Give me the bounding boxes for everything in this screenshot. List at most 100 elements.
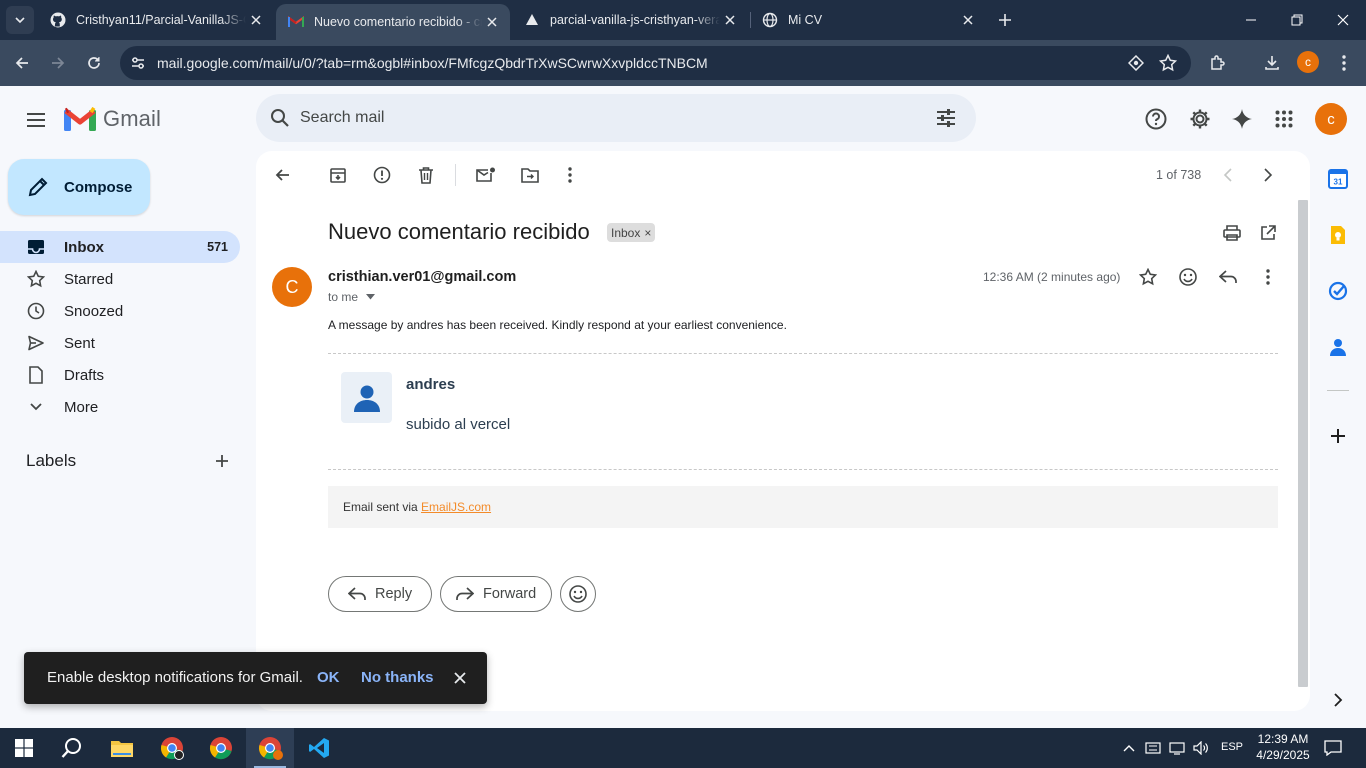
tasks-icon[interactable] xyxy=(1326,279,1350,303)
delete-button[interactable] xyxy=(414,163,438,187)
nav-item-drafts[interactable]: Drafts xyxy=(0,359,240,391)
search-bar[interactable]: Search mail xyxy=(256,94,976,142)
more-actions-button[interactable] xyxy=(558,163,582,187)
keep-icon[interactable] xyxy=(1326,223,1350,247)
search-input[interactable]: Search mail xyxy=(300,109,384,127)
move-to-button[interactable] xyxy=(518,163,542,187)
account-avatar[interactable]: c xyxy=(1315,103,1347,135)
restore-icon xyxy=(1291,14,1303,26)
browser-tab-vercel[interactable]: parcial-vanilla-js-cristhyan-vera xyxy=(512,0,748,40)
close-tab-icon[interactable] xyxy=(720,10,740,30)
action-center-icon[interactable] xyxy=(1322,738,1344,758)
vscode-taskbar[interactable] xyxy=(295,728,343,768)
site-info-icon[interactable] xyxy=(126,51,150,75)
system-clock[interactable]: 12:39 AM 4/29/2025 xyxy=(1253,731,1313,763)
chrome-taskbar-1[interactable] xyxy=(148,728,196,768)
reload-button[interactable] xyxy=(80,49,108,77)
search-icon[interactable] xyxy=(266,104,294,132)
older-button[interactable] xyxy=(1256,163,1280,187)
bookmark-star-icon[interactable] xyxy=(1158,53,1178,73)
gmail-logo[interactable]: Gmail xyxy=(64,106,161,132)
archive-button[interactable] xyxy=(326,163,350,187)
contacts-icon[interactable] xyxy=(1326,335,1350,359)
labels-heading: Labels xyxy=(26,451,77,470)
search-options-icon[interactable] xyxy=(932,104,960,132)
svg-text:31: 31 xyxy=(1334,178,1343,187)
nav-item-starred[interactable]: Starred xyxy=(0,263,240,295)
emailjs-link[interactable]: EmailJS.com xyxy=(421,500,491,514)
taskbar-search-button[interactable] xyxy=(48,728,96,768)
volume-icon[interactable] xyxy=(1190,738,1212,758)
open-new-window-button[interactable] xyxy=(1256,221,1280,245)
tray-overflow-icon[interactable] xyxy=(1118,738,1140,758)
reply-icon-button[interactable] xyxy=(1216,265,1240,289)
star-message-button[interactable] xyxy=(1136,265,1160,289)
nav-item-inbox[interactable]: Inbox 571 xyxy=(0,231,240,263)
report-spam-button[interactable] xyxy=(370,163,394,187)
back-to-inbox-button[interactable] xyxy=(270,163,294,187)
emoji-reaction-button[interactable] xyxy=(560,576,596,612)
close-tab-icon[interactable] xyxy=(958,10,978,30)
close-tab-icon[interactable] xyxy=(246,10,266,30)
print-all-button[interactable] xyxy=(1220,221,1244,245)
message-more-button[interactable] xyxy=(1256,265,1280,289)
calendar-icon[interactable]: 31 xyxy=(1326,167,1350,191)
browser-tab-cv[interactable]: Mi CV xyxy=(750,0,986,40)
browser-profile-avatar[interactable]: c xyxy=(1297,51,1319,73)
back-button[interactable] xyxy=(8,49,36,77)
support-button[interactable] xyxy=(1140,103,1172,135)
file-explorer-taskbar[interactable] xyxy=(98,728,146,768)
network-icon[interactable] xyxy=(1166,738,1188,758)
browser-tab-github[interactable]: Cristhyan11/Parcial-VanillaJS-Cristhyan-… xyxy=(38,0,274,40)
create-label-button[interactable] xyxy=(210,449,234,473)
browser-menu-button[interactable] xyxy=(1330,49,1358,77)
lens-icon[interactable] xyxy=(1126,53,1146,73)
chrome-taskbar-active[interactable] xyxy=(246,728,294,768)
close-icon[interactable] xyxy=(450,668,470,688)
close-tab-icon[interactable] xyxy=(482,12,502,32)
comment-message: subido al vercel xyxy=(406,416,511,433)
extensions-button[interactable] xyxy=(1204,49,1232,77)
dismiss-notifications-button[interactable]: No thanks xyxy=(361,669,434,686)
arrow-left-icon xyxy=(275,169,289,181)
mark-unread-button[interactable] xyxy=(474,163,498,187)
close-window-button[interactable] xyxy=(1320,0,1366,40)
reply-label: Reply xyxy=(375,586,413,602)
forward-button[interactable]: Forward xyxy=(440,576,552,612)
more-vert-icon xyxy=(1266,269,1270,285)
ime-icon[interactable] xyxy=(1142,738,1164,758)
chrome-taskbar-2[interactable] xyxy=(197,728,245,768)
downloads-button[interactable] xyxy=(1258,49,1286,77)
restore-button[interactable] xyxy=(1274,0,1320,40)
gmail-wordmark: Gmail xyxy=(103,106,161,131)
enable-notifications-button[interactable]: OK xyxy=(317,669,340,686)
tab-search-button[interactable] xyxy=(6,6,34,34)
reply-button[interactable]: Reply xyxy=(328,576,432,612)
forward-button[interactable] xyxy=(44,49,72,77)
get-addons-button[interactable] xyxy=(1326,424,1350,448)
settings-button[interactable] xyxy=(1184,103,1216,135)
sender-avatar[interactable]: C xyxy=(272,267,312,307)
gemini-button[interactable] xyxy=(1226,103,1258,135)
compose-button[interactable]: Compose xyxy=(8,159,150,215)
nav-item-more[interactable]: More xyxy=(0,391,240,423)
browser-tab-gmail[interactable]: Nuevo comentario recibido - cristhian.ve… xyxy=(276,4,510,40)
google-apps-button[interactable] xyxy=(1268,103,1300,135)
scrollbar[interactable] xyxy=(1298,200,1308,687)
language-indicator[interactable]: ESP xyxy=(1221,741,1243,753)
new-tab-button[interactable] xyxy=(992,7,1018,33)
nav-item-sent[interactable]: Sent xyxy=(0,327,240,359)
show-side-panel-button[interactable] xyxy=(1326,688,1350,712)
minimize-button[interactable] xyxy=(1228,0,1274,40)
address-bar[interactable]: mail.google.com/mail/u/0/?tab=rm&ogbl#in… xyxy=(120,46,1191,80)
start-button[interactable] xyxy=(0,728,48,768)
main-menu-button[interactable] xyxy=(16,100,56,140)
caret-down-icon[interactable] xyxy=(366,294,376,300)
recipient-line[interactable]: to me xyxy=(328,290,376,304)
sender-email[interactable]: cristhian.ver01@gmail.com xyxy=(328,269,516,285)
globe-icon xyxy=(762,12,778,28)
remove-label-icon[interactable]: × xyxy=(644,226,651,240)
newer-button[interactable] xyxy=(1216,163,1240,187)
add-reaction-button[interactable] xyxy=(1176,265,1200,289)
nav-item-snoozed[interactable]: Snoozed xyxy=(0,295,240,327)
